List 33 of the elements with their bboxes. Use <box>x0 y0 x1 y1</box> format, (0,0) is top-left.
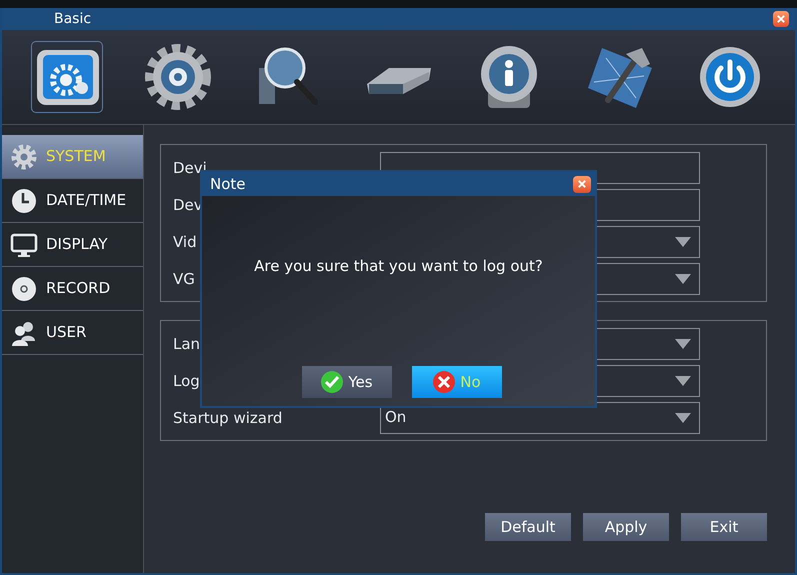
dialog-message: Are you sure that you want to log out? <box>254 256 543 277</box>
dropdown-arrow-icon <box>675 412 691 422</box>
footer-button[interactable]: Apply <box>583 513 669 541</box>
dialog-title: Note <box>210 174 246 195</box>
disc-icon <box>10 274 38 302</box>
yes-button[interactable]: Yes <box>302 366 392 398</box>
dropdown-arrow-icon <box>675 274 691 284</box>
dropdown-arrow-icon <box>675 376 691 386</box>
field-label: Log <box>173 372 200 390</box>
close-icon <box>777 15 785 23</box>
close-button[interactable] <box>573 176 591 192</box>
checkmark-icon <box>320 370 344 394</box>
sidebar-item[interactable]: DISPLAY <box>2 223 143 267</box>
dropdown-arrow-icon <box>675 236 691 246</box>
window-title: Basic <box>54 10 92 28</box>
field-label: Lan <box>173 334 200 352</box>
footer-button[interactable]: Default <box>485 513 571 541</box>
dropdown-arrow-icon <box>675 338 691 348</box>
gear-icon <box>10 142 38 170</box>
field-label: Devi <box>173 158 207 176</box>
close-button[interactable] <box>773 11 789 27</box>
settings-panel-icon[interactable] <box>32 42 102 112</box>
field-label: Startup wizard <box>173 408 282 426</box>
close-icon <box>578 180 586 188</box>
footer-button[interactable]: Exit <box>681 513 767 541</box>
field-label: VG <box>173 270 195 288</box>
field-label: Vid <box>173 232 197 250</box>
clock-icon <box>10 186 38 214</box>
sidebar-item[interactable]: RECORD <box>2 267 143 311</box>
sidebar-item[interactable]: DATE/TIME <box>2 179 143 223</box>
cross-icon <box>432 370 456 394</box>
gear-icon[interactable] <box>142 42 213 112</box>
sidebar-item[interactable]: USER <box>2 311 143 355</box>
